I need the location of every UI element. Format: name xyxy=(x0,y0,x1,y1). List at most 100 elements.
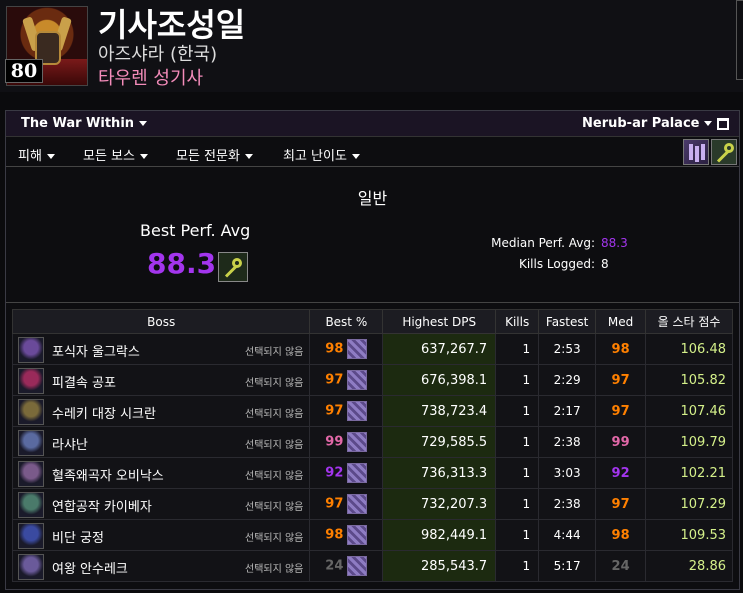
fastest-time: 2:53 xyxy=(538,333,597,365)
highest-dps[interactable]: 729,585.5 xyxy=(382,426,497,458)
table-row[interactable]: 포식자 울그락스 선택되지 않음 98 637,267.7 1 2:53 98 106.48 xyxy=(11,333,733,365)
boss-name[interactable]: 포식자 울그락스 xyxy=(52,341,140,360)
kills-logged-value: 8 xyxy=(601,257,609,271)
boss-name[interactable]: 피결속 공포 xyxy=(52,372,116,391)
boss-cell[interactable]: 비단 궁정 선택되지 않음 xyxy=(11,519,311,551)
boss-portrait-icon xyxy=(18,460,44,487)
boss-wrap: 연합공작 카이베자 선택되지 않음 xyxy=(17,490,309,519)
table-row[interactable]: 여왕 안수레크 선택되지 않음 24 285,543.7 1 5:17 24 28.86 xyxy=(11,550,733,582)
best-cell: 97 xyxy=(309,395,384,427)
boss-name[interactable]: 라샤난 xyxy=(52,434,88,453)
fastest-time: 3:03 xyxy=(538,457,597,489)
spec-icon xyxy=(347,525,368,545)
highest-dps[interactable]: 285,543.7 xyxy=(382,550,497,582)
boss-status: 선택되지 않음 xyxy=(245,408,304,420)
kills-count: 1 xyxy=(495,457,540,489)
table-row[interactable]: 피결속 공포 선택되지 않음 97 676,398.1 1 2:29 97 105.82 xyxy=(11,364,733,396)
best-percent: 97 xyxy=(325,372,344,388)
all-star-score: 28.86 xyxy=(645,550,733,582)
highest-dps[interactable]: 982,449.1 xyxy=(382,519,497,551)
highest-dps[interactable]: 732,207.3 xyxy=(382,488,497,520)
chevron-down-icon xyxy=(139,121,148,126)
boss-status: 선택되지 않음 xyxy=(245,501,304,513)
boss-wrap: 수레키 대장 시크란 선택되지 않음 xyxy=(17,397,309,426)
expansion-bar: The War Within Nerub-ar Palace xyxy=(6,111,739,137)
best-percent: 92 xyxy=(325,465,344,481)
boss-cell[interactable]: 포식자 울그락스 선택되지 않음 xyxy=(11,333,311,365)
key-icon xyxy=(218,252,248,282)
median-percent: 24 xyxy=(595,550,647,582)
boss-cell[interactable]: 여왕 안수레크 선택되지 않음 xyxy=(11,550,311,582)
highest-dps[interactable]: 736,313.3 xyxy=(382,457,497,489)
chevron-down-icon xyxy=(139,154,148,159)
table-row[interactable]: 라샤난 선택되지 않음 99 729,585.5 1 2:38 99 109.79 xyxy=(11,426,733,458)
boss-wrap: 포식자 울그락스 선택되지 않음 xyxy=(17,335,309,364)
table-row[interactable]: 비단 궁정 선택되지 않음 98 982,449.1 1 4:44 98 109.53 xyxy=(11,519,733,551)
best-cell: 24 xyxy=(309,550,384,582)
boss-wrap: 혈족왜곡자 오비낙스 선택되지 않음 xyxy=(17,459,309,488)
best-percent: 97 xyxy=(325,496,344,512)
col-header-all-star[interactable]: 올 스타 점수 xyxy=(645,309,733,334)
boss-wrap: 피결속 공포 선택되지 않음 xyxy=(17,366,309,395)
boss-name[interactable]: 연합공작 카이베자 xyxy=(52,496,152,515)
all-star-score: 102.21 xyxy=(645,457,733,489)
highest-dps[interactable]: 637,267.7 xyxy=(382,333,497,365)
chevron-down-icon xyxy=(704,121,713,126)
median-percent: 98 xyxy=(595,333,647,365)
boss-portrait-icon xyxy=(18,336,44,363)
all-star-score: 107.46 xyxy=(645,395,733,427)
key-icon[interactable] xyxy=(711,139,737,165)
median-percent: 99 xyxy=(595,426,647,458)
boss-name[interactable]: 수레키 대장 시크란 xyxy=(52,403,156,422)
boss-name[interactable]: 여왕 안수레크 xyxy=(52,558,128,577)
all-star-score: 109.53 xyxy=(645,519,733,551)
col-header-kills[interactable]: Kills xyxy=(495,309,540,334)
best-perf-avg-label: Best Perf. Avg xyxy=(140,221,251,240)
highest-dps[interactable]: 676,398.1 xyxy=(382,364,497,396)
character-realm[interactable]: 아즈샤라 (한국) xyxy=(98,40,217,66)
boss-portrait-icon xyxy=(18,398,44,425)
table-row[interactable]: 수레키 대장 시크란 선택되지 않음 97 738,723.4 1 2:17 97 107.4… xyxy=(11,395,733,427)
boss-cell[interactable]: 연합공작 카이베자 선택되지 않음 xyxy=(11,488,311,520)
filter-metric[interactable]: 피해 xyxy=(18,145,55,164)
chevron-down-icon xyxy=(244,154,253,159)
table-header-row: Boss Best % Highest DPS Kills Fastest Me… xyxy=(11,309,733,334)
table-row[interactable]: 연합공작 카이베자 선택되지 않음 97 732,207.3 1 2:38 97 107.29 xyxy=(11,488,733,520)
table-row[interactable]: 혈족왜곡자 오비낙스 선택되지 않음 92 736,313.3 1 3:03 92 102.2… xyxy=(11,457,733,489)
best-cell: 98 xyxy=(309,519,384,551)
boss-cell[interactable]: 혈족왜곡자 오비낙스 선택되지 않음 xyxy=(11,457,311,489)
filter-difficulty[interactable]: 최고 난이도 xyxy=(283,145,360,164)
best-percent: 98 xyxy=(325,527,344,543)
boss-cell[interactable]: 라샤난 선택되지 않음 xyxy=(11,426,311,458)
boss-cell[interactable]: 수레키 대장 시크란 선택되지 않음 xyxy=(11,395,311,427)
col-header-med[interactable]: Med xyxy=(595,309,647,334)
divider xyxy=(6,302,739,303)
raid-icon[interactable] xyxy=(683,139,709,165)
col-header-highest-dps[interactable]: Highest DPS xyxy=(382,309,497,334)
boss-portrait-icon xyxy=(18,429,44,456)
fastest-time: 4:44 xyxy=(538,519,597,551)
highest-dps[interactable]: 738,723.4 xyxy=(382,395,497,427)
filter-bar: 피해 모든 보스 모든 전문화 최고 난이도 xyxy=(6,138,739,167)
filter-boss-label: 모든 보스 xyxy=(83,149,135,164)
filter-boss[interactable]: 모든 보스 xyxy=(83,145,148,164)
chevron-down-icon xyxy=(46,154,55,159)
best-cell: 92 xyxy=(309,457,384,489)
expansion-label: The War Within xyxy=(21,116,135,131)
expansion-dropdown[interactable]: The War Within xyxy=(21,116,148,131)
boss-wrap: 라샤난 선택되지 않음 xyxy=(17,428,309,457)
maximize-icon[interactable] xyxy=(717,118,729,130)
boss-cell[interactable]: 피결속 공포 선택되지 않음 xyxy=(11,364,311,396)
spec-icon xyxy=(347,401,368,421)
filter-spec[interactable]: 모든 전문화 xyxy=(176,145,253,164)
raid-dropdown[interactable]: Nerub-ar Palace xyxy=(582,116,713,131)
best-percent: 97 xyxy=(325,403,344,419)
median-percent: 97 xyxy=(595,395,647,427)
boss-name[interactable]: 비단 궁정 xyxy=(52,527,104,546)
col-header-fastest[interactable]: Fastest xyxy=(538,309,597,334)
boss-name[interactable]: 혈족왜곡자 오비낙스 xyxy=(52,465,164,484)
col-header-boss[interactable]: Boss xyxy=(11,309,311,334)
character-level: 80 xyxy=(5,59,43,83)
col-header-best[interactable]: Best % xyxy=(309,309,384,334)
all-star-score: 107.29 xyxy=(645,488,733,520)
